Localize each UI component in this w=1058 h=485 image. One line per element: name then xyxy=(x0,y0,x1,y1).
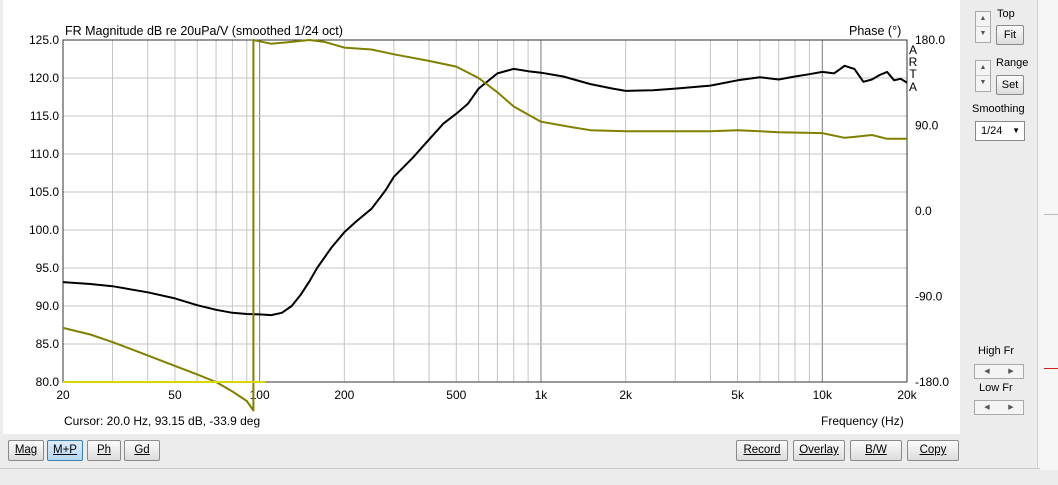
y-tick-label: 125.0 xyxy=(29,33,59,47)
arta-window: 125.0 120.0 115.0 110.0 105.0 100.0 95.0 90.0 85… xyxy=(0,0,1058,485)
y2-tick-label: 180.0 xyxy=(915,33,945,47)
smoothing-label: Smoothing xyxy=(972,103,1025,115)
high-fr-left-arrow-icon[interactable]: ◀ xyxy=(975,365,999,378)
top-up-arrow-icon[interactable]: ▲ xyxy=(976,12,990,27)
x-tick-label: 5k xyxy=(731,388,745,402)
x-tick-label: 50 xyxy=(168,388,182,402)
series-line xyxy=(62,39,907,412)
group-delay-button[interactable]: Gd xyxy=(124,440,160,461)
chart-title: FR Magnitude dB re 20uPa/V (smoothed 1/2… xyxy=(65,24,343,38)
y-tick-label: 80.0 xyxy=(36,375,60,389)
top-label: Top xyxy=(997,8,1015,20)
y-tick-label: 110.0 xyxy=(30,147,59,161)
mag-button[interactable]: Mag xyxy=(8,440,44,461)
x-tick-label: 10k xyxy=(813,388,833,402)
phase-button[interactable]: Ph xyxy=(87,440,121,461)
y-tick-label: 90.0 xyxy=(36,299,60,313)
range-spinner[interactable]: ▲ ▼ xyxy=(975,60,991,92)
arta-logo: A R T A xyxy=(908,43,918,94)
x-tick-label: 20k xyxy=(897,388,917,402)
y-tick-label: 115.0 xyxy=(30,109,59,123)
y-tick-label: 100.0 xyxy=(29,223,59,237)
mag-phase-button[interactable]: M+P xyxy=(47,440,83,461)
y2-tick-label: -90.0 xyxy=(915,290,943,304)
record-button[interactable]: Record xyxy=(736,440,788,461)
y2-tick-label: 90.0 xyxy=(915,119,939,133)
low-fr-label: Low Fr xyxy=(979,382,1013,394)
y-tick-label: 120.0 xyxy=(29,71,59,85)
phase-axis-title: Phase (°) xyxy=(849,24,902,38)
cursor-readout: Cursor: 20.0 Hz, 93.15 dB, -33.9 deg xyxy=(64,414,261,428)
overlay-button[interactable]: Overlay xyxy=(793,440,845,461)
dropdown-arrow-icon: ▼ xyxy=(1012,126,1020,135)
set-button[interactable]: Set xyxy=(996,75,1024,95)
range-label: Range xyxy=(996,57,1029,69)
series-line xyxy=(62,64,908,317)
plot-frame xyxy=(62,39,908,383)
frequency-response-chart[interactable]: 125.0 120.0 115.0 110.0 105.0 100.0 95.0 90.0 85… xyxy=(3,0,960,434)
high-fr-spinner[interactable]: ◀ ▶ xyxy=(974,364,1024,379)
y-tick-label: 95.0 xyxy=(36,261,60,275)
bw-button[interactable]: B/W xyxy=(850,440,902,461)
low-fr-right-arrow-icon[interactable]: ▶ xyxy=(999,401,1023,414)
smoothing-select[interactable]: 1/24 ▼ xyxy=(975,121,1025,141)
high-fr-label: High Fr xyxy=(978,345,1015,357)
y2-tick-label: 0.0 xyxy=(915,204,932,218)
high-fr-right-arrow-icon[interactable]: ▶ xyxy=(999,365,1023,378)
y2-tick-label: -180.0 xyxy=(915,375,949,389)
x-tick-label: 1k xyxy=(535,388,549,402)
x-tick-label: 500 xyxy=(446,388,466,402)
x-axis-label: Frequency (Hz) xyxy=(821,414,904,428)
range-down-arrow-icon[interactable]: ▼ xyxy=(976,76,990,90)
top-down-arrow-icon[interactable]: ▼ xyxy=(976,27,990,41)
chart-svg: 125.0 120.0 115.0 110.0 105.0 100.0 95.0 90.0 85… xyxy=(29,33,949,412)
x-tick-label: 2k xyxy=(619,388,633,402)
range-up-arrow-icon[interactable]: ▲ xyxy=(976,61,990,76)
copy-button[interactable]: Copy xyxy=(907,440,959,461)
low-fr-left-arrow-icon[interactable]: ◀ xyxy=(975,401,999,414)
top-spinner[interactable]: ▲ ▼ xyxy=(975,11,991,43)
y-tick-label: 105.0 xyxy=(29,185,59,199)
fit-button[interactable]: Fit xyxy=(996,25,1024,45)
x-tick-label: 20 xyxy=(56,388,70,402)
x-tick-label: 200 xyxy=(334,388,354,402)
status-bar xyxy=(0,468,1040,485)
y-tick-label: 85.0 xyxy=(36,337,60,351)
low-fr-spinner[interactable]: ◀ ▶ xyxy=(974,400,1024,415)
window-edge xyxy=(1037,0,1058,470)
